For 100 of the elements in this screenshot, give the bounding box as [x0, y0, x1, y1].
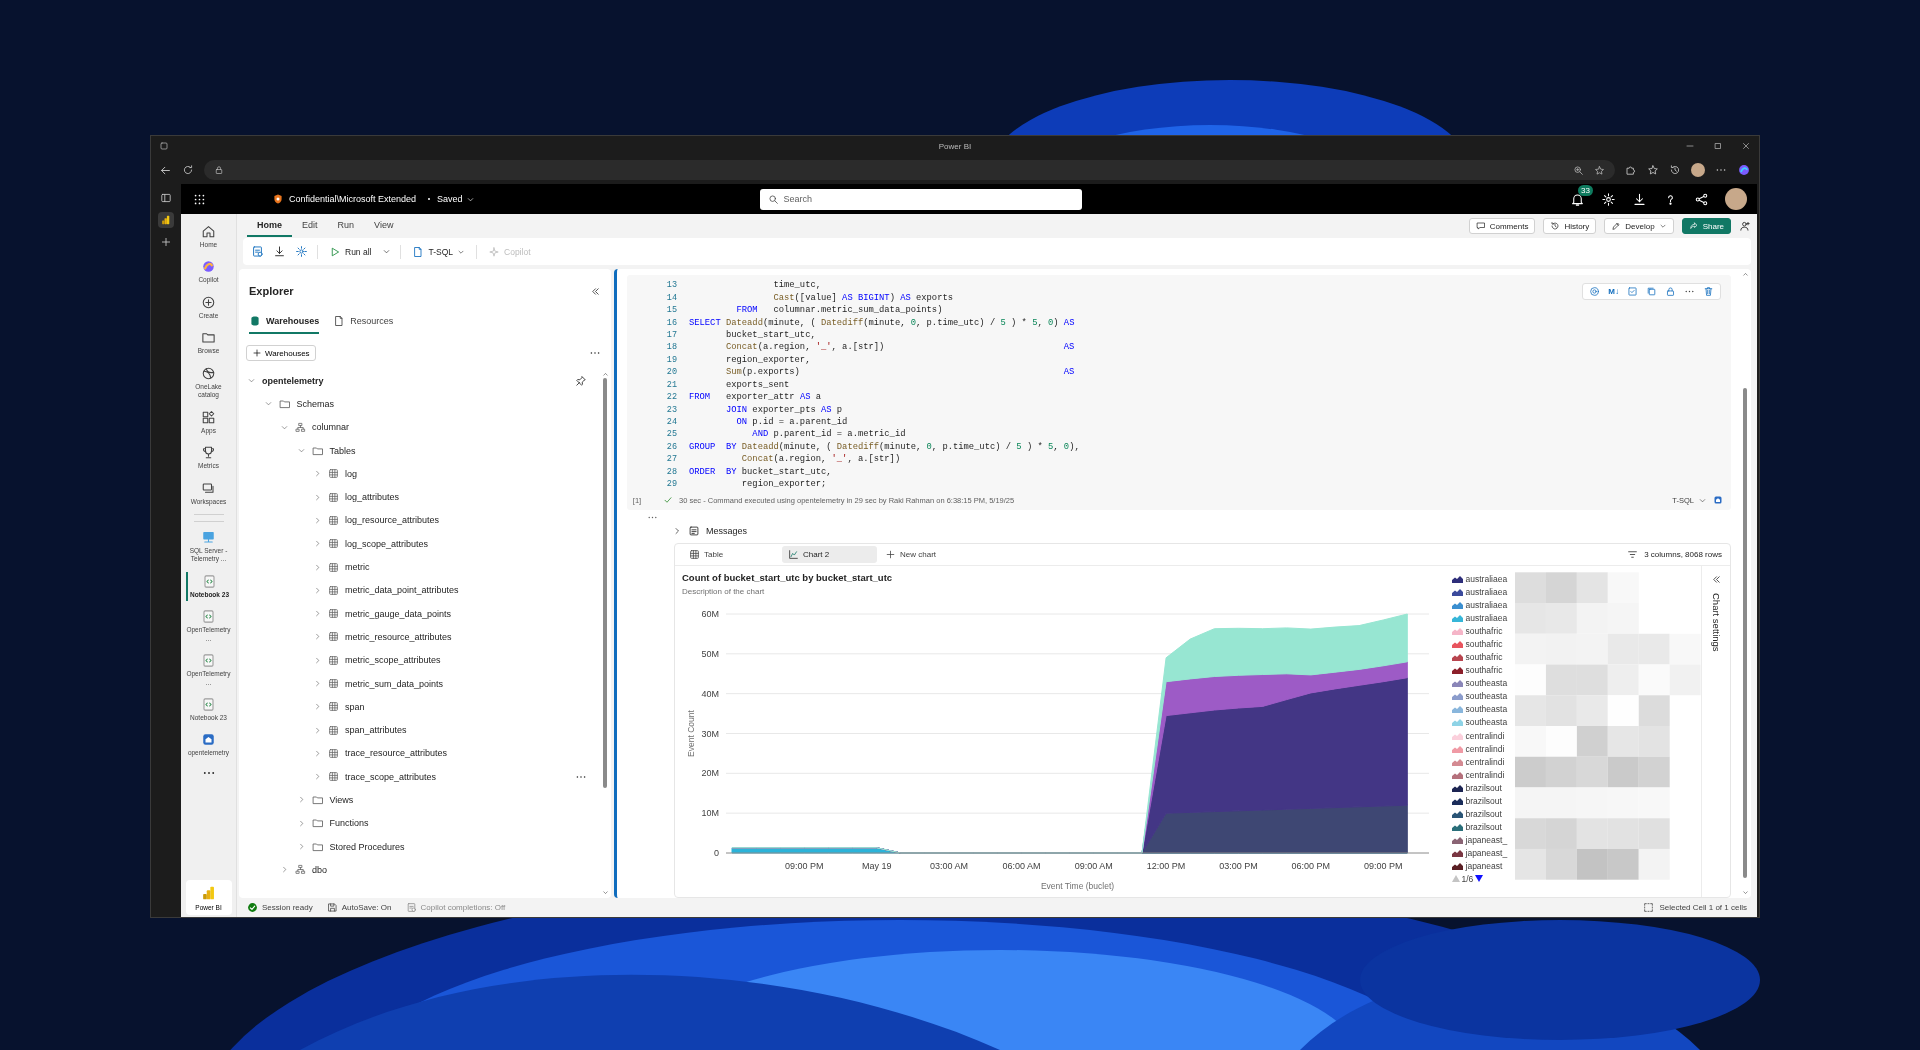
tree-item[interactable]: span [247, 695, 601, 719]
scroll-down-icon[interactable] [601, 889, 609, 896]
legend-item[interactable]: japaneast_ [1451, 846, 1516, 860]
legend-item[interactable]: brazilsout [1451, 820, 1516, 834]
copy-icon[interactable] [1646, 286, 1657, 297]
legend-item[interactable]: centralindi [1451, 768, 1516, 782]
tree-item[interactable]: opentelemetry [247, 369, 601, 393]
document-settings-icon[interactable] [251, 245, 264, 258]
person-icon[interactable] [1739, 220, 1751, 232]
tree-item[interactable]: log_resource_attributes [247, 508, 601, 533]
ribbon-button[interactable]: History [1543, 218, 1597, 234]
search-field[interactable]: Search [759, 188, 1082, 210]
code-cell[interactable] [627, 275, 1731, 511]
tree-item[interactable]: log [247, 462, 601, 486]
browser-tab[interactable] [158, 212, 174, 228]
tree-item[interactable]: metric_gauge_data_points [247, 601, 601, 626]
ribbon-button[interactable]: Comments [1468, 218, 1536, 234]
legend-item[interactable]: southeasta [1451, 676, 1516, 690]
tree-item[interactable]: metric_resource_attributes [247, 625, 601, 649]
sidebar-icon[interactable] [160, 192, 172, 204]
next-page-icon[interactable] [1475, 875, 1484, 882]
legend-item[interactable]: brazilsout [1451, 794, 1516, 808]
legend-item[interactable]: southeasta [1451, 689, 1516, 703]
collapse-icon[interactable] [590, 285, 601, 297]
favorites-icon[interactable] [1647, 164, 1659, 176]
history-icon[interactable] [1669, 164, 1681, 176]
tree-item[interactable]: metric_data_point_attributes [247, 578, 601, 602]
notifications-icon[interactable] [1570, 191, 1585, 207]
favorite-icon[interactable] [1594, 164, 1605, 176]
legend-item[interactable]: southafric [1451, 637, 1516, 651]
legend-item[interactable]: southeasta [1451, 702, 1516, 716]
ribbon-tab[interactable]: Run [327, 215, 365, 237]
scroll-down-icon[interactable] [1741, 889, 1749, 896]
output-tab[interactable]: Table [683, 546, 778, 564]
add-warehouse-button[interactable]: Warehouses [246, 345, 316, 361]
legend-item[interactable]: centralindi [1451, 742, 1516, 756]
ribbon-tab[interactable]: View [364, 215, 404, 237]
legend-item[interactable]: brazilsout [1451, 781, 1516, 795]
run-all-button[interactable]: Run all [327, 243, 374, 260]
new-tab-icon[interactable] [160, 236, 172, 248]
scroll-up-icon[interactable] [1741, 271, 1749, 278]
zoom-icon[interactable] [1573, 164, 1584, 176]
lock-icon[interactable] [1665, 286, 1676, 297]
legend-item[interactable]: australiaea [1451, 572, 1516, 586]
legend-item[interactable]: centralindi [1451, 755, 1516, 769]
legend-item[interactable]: japaneast_ [1451, 833, 1516, 847]
avatar[interactable] [1691, 163, 1705, 177]
share-icon[interactable] [1694, 191, 1709, 207]
dropdown-button[interactable]: Develop [1604, 218, 1674, 234]
delete-icon[interactable] [1703, 286, 1714, 297]
messages-toggle[interactable]: Messages [672, 525, 748, 538]
tree-item[interactable]: Views [247, 788, 601, 812]
tree-item[interactable]: dbo [247, 858, 601, 882]
ribbon-tab[interactable]: Edit [292, 215, 328, 237]
tree-item[interactable]: span_attributes [247, 718, 601, 742]
output-tab[interactable]: Chart 2 [782, 546, 877, 564]
legend-item[interactable]: australiaea [1451, 611, 1516, 625]
filter-icon[interactable] [1627, 549, 1639, 561]
legend-item[interactable]: southafric [1451, 663, 1516, 677]
save-status[interactable]: Saved [428, 194, 475, 204]
legend-item[interactable]: brazilsout [1451, 807, 1516, 821]
legend-item[interactable]: southeasta [1451, 715, 1516, 729]
tree-item[interactable]: Schemas [247, 392, 601, 416]
avatar[interactable] [1725, 188, 1747, 210]
sparkle-icon[interactable] [1737, 163, 1751, 177]
expand-icon[interactable] [1710, 574, 1722, 586]
refresh-icon[interactable] [182, 164, 194, 176]
sensitivity-label[interactable]: Confidential\Microsoft Extended [289, 194, 417, 204]
tree-item[interactable]: Stored Procedures [247, 834, 601, 859]
new-chart-button[interactable]: New chart [881, 546, 940, 564]
download-icon[interactable] [1632, 191, 1647, 207]
explorer-tab[interactable]: Resources [333, 313, 394, 334]
tree-item[interactable]: Functions [247, 811, 601, 835]
legend-item[interactable]: australiaea [1451, 585, 1516, 599]
scroll-up-icon[interactable] [601, 371, 609, 378]
tree-item[interactable]: columnar [247, 415, 601, 439]
tree-item[interactable]: Tables [247, 438, 601, 463]
tree-item[interactable]: metric_scope_attributes [247, 648, 601, 672]
tree-item[interactable]: trace_resource_attributes [247, 741, 601, 766]
tree-item[interactable]: log_scope_attributes [247, 532, 601, 556]
tree-item[interactable]: trace_scope_attributes [247, 765, 601, 789]
legend-item[interactable]: southafric [1451, 624, 1516, 638]
chart-settings-tab[interactable]: Chart settings [1710, 593, 1722, 653]
close-icon[interactable] [1741, 141, 1751, 151]
tree-item[interactable]: metric_sum_data_points [247, 671, 601, 696]
legend-item[interactable]: australiaea [1451, 598, 1516, 612]
share-button[interactable]: Share [1681, 218, 1731, 234]
warehouse-icon[interactable] [1713, 495, 1723, 506]
explorer-tab[interactable]: Warehouses [249, 313, 320, 334]
circle-icon[interactable] [1589, 286, 1601, 297]
download-icon[interactable] [273, 245, 286, 258]
language-dropdown[interactable]: T-SQL [410, 243, 468, 260]
legend-item[interactable]: japaneast [1451, 859, 1516, 873]
legend-item[interactable]: southafric [1451, 650, 1516, 664]
maximize-icon[interactable] [1713, 141, 1723, 151]
checklist-icon[interactable] [1627, 286, 1638, 297]
markdown-button[interactable]: M↓ [1608, 287, 1619, 296]
tree-item[interactable]: log_attributes [247, 485, 601, 509]
legend-item[interactable]: centralindi [1451, 729, 1516, 743]
app-launcher-icon[interactable] [193, 192, 206, 206]
